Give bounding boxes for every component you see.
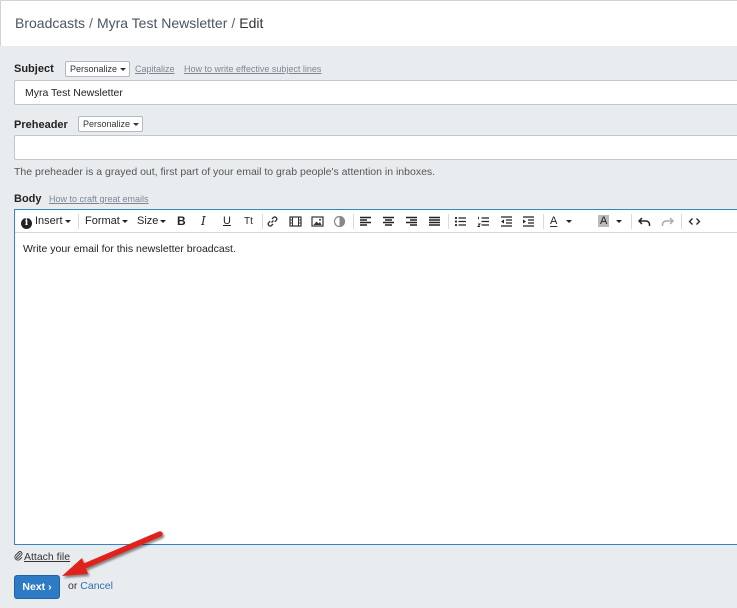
preheader-hint: The preheader is a grayed out, first par… [14,166,436,178]
italic-button[interactable]: I [201,213,206,230]
bullet-list-icon[interactable] [454,213,467,230]
info-icon: i [21,218,32,229]
format-dropdown[interactable]: Format [85,213,128,230]
chevron-down-icon [566,219,573,223]
video-icon[interactable] [289,213,302,230]
chevron-down-icon [616,219,623,223]
undo-icon[interactable] [638,213,651,230]
text-color-button[interactable]: A [550,213,573,230]
subject-label: Subject [14,63,54,75]
code-view-icon[interactable] [688,213,701,230]
header-bar: Broadcasts / Myra Test Newsletter / Edit [0,0,737,46]
contrast-icon[interactable] [333,213,346,230]
size-label: Size [137,215,159,227]
breadcrumb-current: Edit [239,15,264,31]
toolbar-divider [78,214,79,229]
align-right-icon[interactable] [405,213,418,230]
chevron-down-icon [133,123,140,126]
redo-icon[interactable] [661,213,674,230]
insert-dropdown[interactable]: i Insert [21,213,71,230]
bold-button[interactable]: B [177,213,186,230]
format-label: Format [85,215,120,227]
toolbar-divider [631,214,632,229]
rich-text-editor[interactable]: i Insert Format Size B I U Tt A A Write … [14,209,737,545]
insert-label: Insert [35,215,63,227]
breadcrumb-separator: / [231,15,236,31]
align-left-icon[interactable] [359,213,372,230]
toolbar-divider [543,214,544,229]
image-icon[interactable] [311,213,324,230]
preheader-label: Preheader [14,119,68,131]
personalize-label: Personalize [70,64,118,74]
bg-color-icon: A [598,215,610,227]
breadcrumb-newsletter[interactable]: Myra Test Newsletter [97,15,227,31]
subject-help-link[interactable]: How to write effective subject lines [184,64,321,74]
chevron-down-icon [160,219,167,223]
toolbar-divider [448,214,449,229]
bg-color-button[interactable]: A [598,213,623,230]
clear-format-button[interactable]: Tt [244,213,253,230]
breadcrumb-separator: / [89,15,93,31]
breadcrumb: Broadcasts / Myra Test Newsletter / Edit [15,15,263,31]
chevron-down-icon [64,219,71,223]
toolbar-divider [681,214,682,229]
subject-personalize-dropdown[interactable]: Personalize [65,61,131,77]
personalize-label: Personalize [83,119,131,129]
outdent-icon[interactable] [500,213,513,230]
numbered-list-icon[interactable] [477,213,490,230]
toolbar-divider [262,214,263,229]
breadcrumb-broadcasts[interactable]: Broadcasts [15,15,85,31]
chevron-down-icon [121,219,128,223]
link-icon[interactable] [266,213,279,230]
paperclip-icon [14,551,23,563]
size-dropdown[interactable]: Size [137,213,167,230]
indent-icon[interactable] [522,213,535,230]
preheader-personalize-dropdown[interactable]: Personalize [78,116,144,132]
next-button[interactable]: Next › [14,575,60,599]
align-center-icon[interactable] [382,213,395,230]
align-justify-icon[interactable] [428,213,441,230]
editor-toolbar: i Insert Format Size B I U Tt A A [15,210,737,233]
preheader-input[interactable] [14,135,737,160]
editor-content[interactable]: Write your email for this newsletter bro… [23,243,236,255]
capitalize-link[interactable]: Capitalize [135,64,175,74]
text-color-icon: A [550,215,558,227]
annotation-arrow-icon [62,531,163,576]
body-help-link[interactable]: How to craft great emails [49,194,149,204]
body-label: Body [14,193,42,205]
chevron-down-icon [120,68,127,71]
underline-button[interactable]: U [223,213,231,230]
toolbar-divider [353,214,354,229]
subject-input[interactable] [14,80,737,105]
